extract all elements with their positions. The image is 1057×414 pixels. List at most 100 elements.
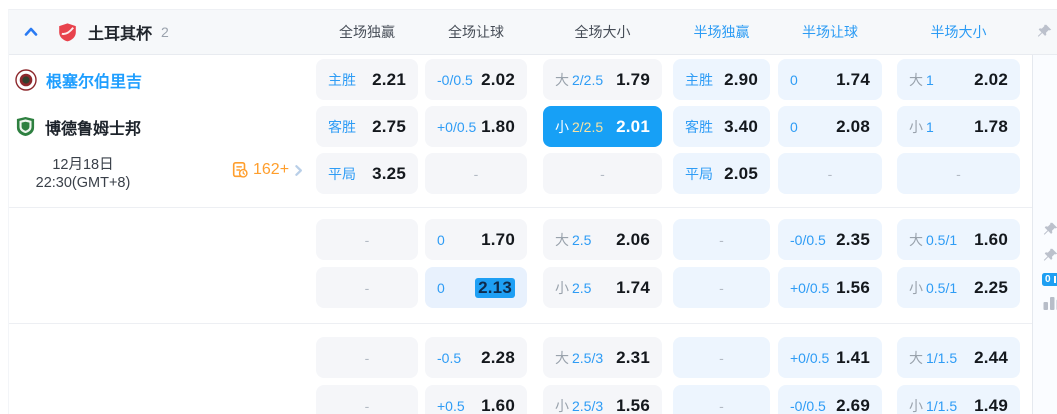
odds-cell-empty: - bbox=[778, 153, 882, 194]
odds-value: 2.05 bbox=[724, 163, 758, 183]
odds-cell-empty: - bbox=[316, 337, 418, 378]
odds-line-label: 0.5/1 bbox=[926, 279, 958, 296]
odds-value: 2.02 bbox=[481, 69, 515, 89]
pin-icon[interactable] bbox=[1042, 247, 1057, 269]
odds-row: - -0.5 2.28 大 2.5/3 2.31 - +0/0.5 1.41 大 1/1.5 2.44 bbox=[9, 337, 1057, 378]
odds-value: 1.70 bbox=[481, 229, 515, 249]
away-team[interactable]: 博德鲁姆士邦 bbox=[9, 115, 141, 139]
odds-direction-label: 大 bbox=[555, 231, 569, 248]
empty-odds-dash: - bbox=[719, 349, 724, 366]
odds-row: - +0.5 1.60 小 2.5/3 1.56 - -0/0.5 2.69 小 1/1.5 1.49 bbox=[9, 385, 1057, 414]
empty-odds-dash: - bbox=[827, 165, 833, 182]
odds-direction-label: 小 bbox=[909, 279, 923, 296]
odds-cell[interactable]: 主胜 2.90 bbox=[673, 59, 770, 100]
live-score-badge[interactable]: 0 bbox=[1042, 273, 1057, 286]
header-pin-icon[interactable] bbox=[1036, 23, 1053, 45]
odds-line-label: 2/2.5 bbox=[572, 71, 604, 88]
odds-cell[interactable]: 大 2/2.5 1.79 bbox=[543, 59, 662, 100]
odds-cell[interactable]: +0/0.5 1.41 bbox=[778, 337, 882, 378]
empty-odds-dash: - bbox=[719, 397, 724, 414]
odds-cell[interactable]: 平局 2.05 bbox=[673, 153, 770, 194]
odds-value: 2.75 bbox=[372, 116, 406, 136]
league-title: 土耳其杯 bbox=[88, 26, 153, 43]
empty-odds-dash: - bbox=[364, 349, 370, 366]
away-team-name[interactable]: 博德鲁姆士邦 bbox=[45, 115, 141, 139]
home-team[interactable]: 根塞尔伯里吉 bbox=[9, 68, 142, 92]
odds-line-label: 客胜 bbox=[328, 118, 356, 135]
odds-cell-empty: - bbox=[673, 337, 770, 378]
odds-cell[interactable]: 大 2.5 2.06 bbox=[543, 219, 662, 260]
markets-doc-clock-icon bbox=[231, 161, 249, 179]
odds-line-label: 0 bbox=[790, 71, 798, 88]
odds-cell[interactable]: 主胜 2.21 bbox=[316, 59, 418, 100]
more-markets-count: 162+ bbox=[253, 161, 290, 178]
odds-value: 2.44 bbox=[974, 347, 1008, 367]
empty-odds-dash: - bbox=[719, 279, 724, 296]
odds-cell[interactable]: -0/0.5 2.35 bbox=[778, 219, 882, 260]
odds-direction-label: 小 bbox=[909, 397, 923, 414]
odds-cell[interactable]: 大 1/1.5 2.44 bbox=[897, 337, 1020, 378]
odds-direction-label: 大 bbox=[909, 231, 923, 248]
odds-cell[interactable]: -0.5 2.28 bbox=[425, 337, 527, 378]
right-rail: 0 bbox=[1032, 55, 1057, 414]
odds-cell[interactable]: 小 2/2.5 2.01 bbox=[543, 106, 662, 147]
odds-line-label: 2/2.5 bbox=[572, 118, 604, 135]
odds-line-label: 1 bbox=[926, 71, 934, 88]
odds-cell[interactable]: 客胜 2.75 bbox=[316, 106, 418, 147]
odds-cell[interactable]: 小 1/1.5 1.49 bbox=[897, 385, 1020, 414]
odds-cell[interactable]: 小 2.5 1.74 bbox=[543, 267, 662, 308]
empty-odds-dash: - bbox=[473, 165, 479, 182]
column-header-fulltime-handicap: 全场让球 bbox=[448, 24, 504, 40]
odds-value: 1.60 bbox=[481, 395, 515, 414]
odds-value: 1.74 bbox=[836, 69, 870, 89]
odds-cell[interactable]: 大 2.5/3 2.31 bbox=[543, 337, 662, 378]
odds-cell[interactable]: +0/0.5 1.56 bbox=[778, 267, 882, 308]
odds-cell[interactable]: 大 1 2.02 bbox=[897, 59, 1020, 100]
odds-cell[interactable]: 大 0.5/1 1.60 bbox=[897, 219, 1020, 260]
odds-cell-empty: - bbox=[425, 153, 527, 194]
odds-cell[interactable]: 小 0.5/1 2.25 bbox=[897, 267, 1020, 308]
odds-line-label: -0/0.5 bbox=[437, 71, 473, 88]
odds-cell[interactable]: 0 1.70 bbox=[425, 219, 527, 260]
odds-cell-empty: - bbox=[316, 385, 418, 414]
extra-odds-section-1: -0 1.70 大 2.5 2.06- -0/0.5 2.35 大 0.5/1 1.60 -0 2.… bbox=[9, 208, 1057, 324]
empty-odds-dash: - bbox=[364, 397, 370, 414]
home-team-name[interactable]: 根塞尔伯里吉 bbox=[46, 68, 142, 92]
odds-cell[interactable]: 小 1 1.78 bbox=[897, 106, 1020, 147]
odds-direction-label: 大 bbox=[555, 71, 569, 88]
odds-panel: 土耳其杯 2 全场独赢 全场让球 全场大小 半场独赢 半场让球 半场大小 根塞尔… bbox=[8, 9, 1057, 414]
odds-cell-empty: - bbox=[673, 385, 770, 414]
odds-cell[interactable]: 0 2.13 bbox=[425, 267, 527, 308]
odds-cell[interactable]: -0/0.5 2.69 bbox=[778, 385, 882, 414]
odds-cell[interactable]: 0 2.08 bbox=[778, 106, 882, 147]
pin-icon[interactable] bbox=[1042, 221, 1057, 243]
odds-cell-empty: - bbox=[316, 219, 418, 260]
odds-cell[interactable]: +0/0.5 1.80 bbox=[425, 106, 527, 147]
odds-value: 1.56 bbox=[616, 395, 650, 414]
empty-odds-dash: - bbox=[719, 231, 724, 248]
odds-cell-empty: - bbox=[673, 219, 770, 260]
away-team-crest-icon bbox=[15, 116, 36, 137]
odds-row: -0 1.70 大 2.5 2.06- -0/0.5 2.35 大 0.5/1 1.60 bbox=[9, 219, 1057, 260]
collapse-chevron-up-icon[interactable] bbox=[23, 24, 39, 40]
odds-line-label: 平局 bbox=[328, 165, 356, 182]
odds-cell[interactable]: 客胜 3.40 bbox=[673, 106, 770, 147]
odds-cell[interactable]: +0.5 1.60 bbox=[425, 385, 527, 414]
odds-cell[interactable]: 0 1.74 bbox=[778, 59, 882, 100]
more-markets-link[interactable]: 162+ bbox=[231, 161, 306, 179]
odds-value: 1.41 bbox=[836, 347, 870, 367]
odds-line-label: 2.5/3 bbox=[572, 397, 604, 414]
odds-cell[interactable]: 小 2.5/3 1.56 bbox=[543, 385, 662, 414]
odds-cell-empty: - bbox=[897, 153, 1020, 194]
odds-value: 3.25 bbox=[372, 163, 406, 183]
odds-value: 3.40 bbox=[724, 116, 758, 136]
odds-line-label: 0.5/1 bbox=[926, 231, 958, 248]
column-header-fulltime-overunder: 全场大小 bbox=[574, 24, 631, 40]
odds-line-label: +0/0.5 bbox=[790, 349, 830, 366]
league-header-left: 土耳其杯 2 bbox=[9, 20, 316, 44]
match-datetime: 12月18日 22:30(GMT+8) bbox=[9, 156, 157, 192]
odds-direction-label: 大 bbox=[555, 349, 569, 366]
odds-cell[interactable]: 平局 3.25 bbox=[316, 153, 418, 194]
stats-bar-chart-icon[interactable] bbox=[1042, 295, 1057, 315]
odds-cell[interactable]: -0/0.5 2.02 bbox=[425, 59, 527, 100]
